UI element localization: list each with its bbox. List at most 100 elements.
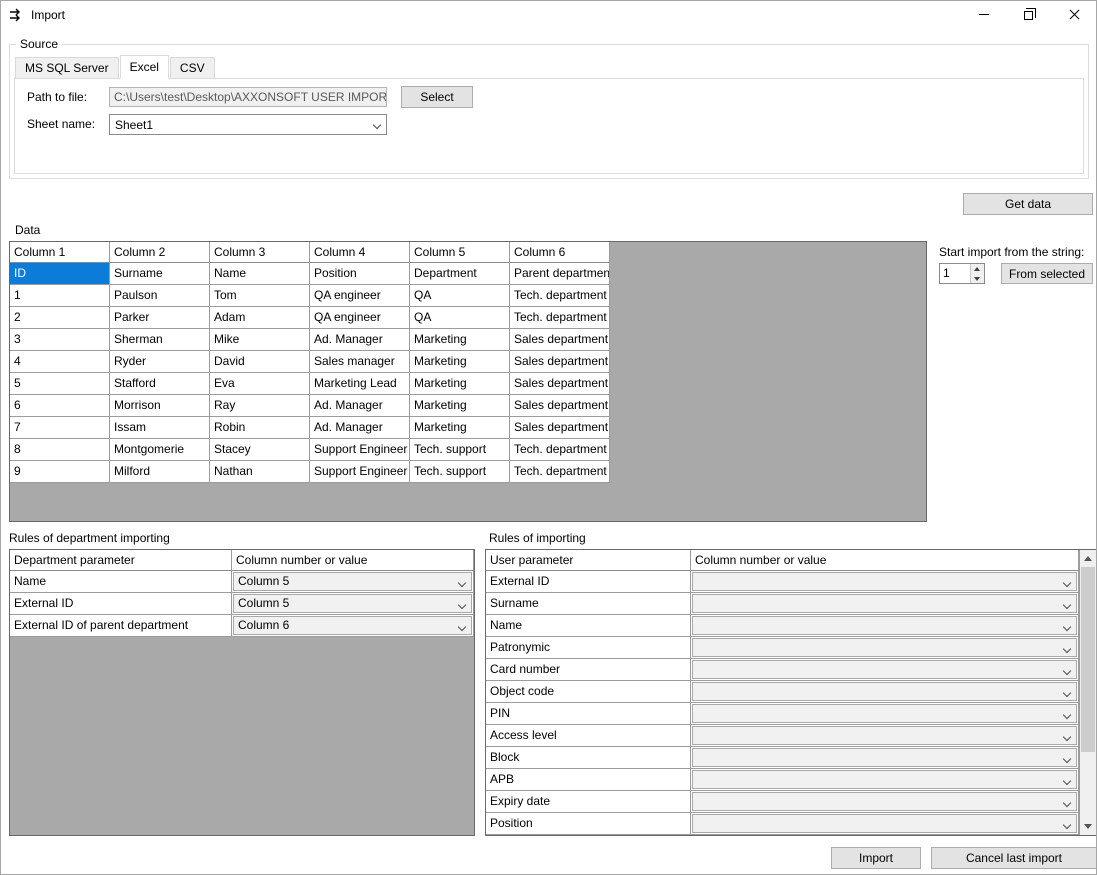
column-header-column-number-or-value[interactable]: Column number or value <box>691 550 1079 571</box>
select-file-button[interactable]: Select <box>401 86 473 108</box>
data-cell[interactable]: Sales department <box>510 417 610 439</box>
spinner-down-button[interactable] <box>971 274 984 284</box>
column-select-dropdown[interactable]: Column 5 <box>233 594 472 613</box>
start-row-spinner[interactable]: 1 <box>939 263 985 284</box>
column-select-dropdown[interactable]: Column 5 <box>233 572 472 591</box>
tab-csv[interactable]: CSV <box>170 57 215 78</box>
scroll-thumb[interactable] <box>1081 567 1095 752</box>
maximize-button[interactable] <box>1006 1 1051 28</box>
data-cell[interactable]: 4 <box>10 351 110 373</box>
data-cell[interactable]: Tech. support <box>410 461 510 483</box>
data-cell[interactable]: David <box>210 351 310 373</box>
column-select-dropdown[interactable] <box>692 638 1077 657</box>
data-cell[interactable]: Marketing <box>410 417 510 439</box>
data-cell[interactable]: Mike <box>210 329 310 351</box>
data-cell[interactable]: 5 <box>10 373 110 395</box>
data-cell[interactable]: Morrison <box>110 395 210 417</box>
data-cell[interactable]: Milford <box>110 461 210 483</box>
data-cell[interactable]: Ray <box>210 395 310 417</box>
data-cell[interactable]: 1 <box>10 285 110 307</box>
data-cell[interactable]: Tech. department <box>510 307 610 329</box>
column-header-user-parameter[interactable]: User parameter <box>486 550 691 571</box>
column-select-dropdown[interactable] <box>692 814 1077 833</box>
data-cell[interactable]: Support Engineer <box>310 439 410 461</box>
minimize-button[interactable] <box>961 1 1006 28</box>
data-cell[interactable]: Robin <box>210 417 310 439</box>
data-cell[interactable]: Nathan <box>210 461 310 483</box>
data-cell[interactable]: Sherman <box>110 329 210 351</box>
data-cell[interactable]: 2 <box>10 307 110 329</box>
data-cell[interactable]: Ad. Manager <box>310 395 410 417</box>
data-cell[interactable]: Name <box>210 263 310 285</box>
data-cell[interactable]: Eva <box>210 373 310 395</box>
data-cell[interactable]: Sales department <box>510 395 610 417</box>
column-select-dropdown[interactable] <box>692 792 1077 811</box>
cancel-last-import-button[interactable]: Cancel last import <box>931 847 1097 869</box>
spinner-up-button[interactable] <box>971 264 984 274</box>
data-cell[interactable]: 8 <box>10 439 110 461</box>
file-path-input[interactable]: C:\Users\test\Desktop\AXXONSOFT USER IMP… <box>109 87 387 107</box>
data-cell[interactable]: Tech. support <box>410 439 510 461</box>
data-cell[interactable]: Sales department <box>510 373 610 395</box>
data-cell[interactable]: QA engineer <box>310 307 410 329</box>
column-header[interactable]: Column 2 <box>110 242 210 263</box>
data-cell[interactable]: Ad. Manager <box>310 417 410 439</box>
column-header[interactable]: Column 1 <box>10 242 110 263</box>
close-button[interactable] <box>1051 1 1096 28</box>
data-cell[interactable]: Marketing <box>410 351 510 373</box>
column-header[interactable]: Column 4 <box>310 242 410 263</box>
column-header[interactable]: Column 5 <box>410 242 510 263</box>
data-cell[interactable]: Stacey <box>210 439 310 461</box>
data-cell[interactable]: Surname <box>110 263 210 285</box>
data-cell[interactable]: Marketing Lead <box>310 373 410 395</box>
scroll-down-button[interactable] <box>1080 818 1096 835</box>
data-cell[interactable]: QA <box>410 307 510 329</box>
column-select-dropdown[interactable] <box>692 572 1077 591</box>
tab-excel[interactable]: Excel <box>120 55 169 79</box>
data-cell[interactable]: 3 <box>10 329 110 351</box>
column-select-dropdown[interactable] <box>692 726 1077 745</box>
data-cell[interactable]: Issam <box>110 417 210 439</box>
scroll-up-button[interactable] <box>1080 550 1096 567</box>
data-cell[interactable]: Marketing <box>410 395 510 417</box>
data-cell[interactable]: Tech. department <box>510 285 610 307</box>
data-cell[interactable]: Position <box>310 263 410 285</box>
data-cell[interactable]: Adam <box>210 307 310 329</box>
data-cell[interactable]: Sales department <box>510 329 610 351</box>
data-cell[interactable]: Sales manager <box>310 351 410 373</box>
column-header-column-number-or-value[interactable]: Column number or value <box>232 550 474 571</box>
column-select-dropdown[interactable] <box>692 660 1077 679</box>
column-header[interactable]: Column 3 <box>210 242 310 263</box>
data-cell[interactable]: Parker <box>110 307 210 329</box>
data-cell[interactable]: ID <box>10 263 110 285</box>
column-select-dropdown[interactable] <box>692 682 1077 701</box>
data-cell[interactable]: Paulson <box>110 285 210 307</box>
data-cell[interactable]: Ad. Manager <box>310 329 410 351</box>
data-cell[interactable]: QA engineer <box>310 285 410 307</box>
data-cell[interactable]: Tech. department <box>510 461 610 483</box>
data-cell[interactable]: Ryder <box>110 351 210 373</box>
data-cell[interactable]: 7 <box>10 417 110 439</box>
from-selected-button[interactable]: From selected <box>1001 263 1093 284</box>
data-cell[interactable]: Marketing <box>410 373 510 395</box>
data-cell[interactable]: 9 <box>10 461 110 483</box>
vertical-scrollbar[interactable] <box>1079 550 1096 835</box>
data-cell[interactable]: 6 <box>10 395 110 417</box>
data-cell[interactable]: Sales department <box>510 351 610 373</box>
column-select-dropdown[interactable] <box>692 594 1077 613</box>
data-cell[interactable]: Parent department <box>510 263 610 285</box>
column-select-dropdown[interactable] <box>692 748 1077 767</box>
column-select-dropdown[interactable] <box>692 616 1077 635</box>
column-select-dropdown[interactable]: Column 6 <box>233 616 472 635</box>
sheet-name-select[interactable]: Sheet1 <box>109 114 387 135</box>
import-button[interactable]: Import <box>831 847 921 869</box>
column-header[interactable]: Column 6 <box>510 242 610 263</box>
data-cell[interactable]: Support Engineer <box>310 461 410 483</box>
data-cell[interactable]: Marketing <box>410 329 510 351</box>
data-cell[interactable]: Stafford <box>110 373 210 395</box>
data-cell[interactable]: Department <box>410 263 510 285</box>
column-select-dropdown[interactable] <box>692 770 1077 789</box>
column-header-department-parameter[interactable]: Department parameter <box>10 550 232 571</box>
column-select-dropdown[interactable] <box>692 704 1077 723</box>
get-data-button[interactable]: Get data <box>963 193 1093 215</box>
